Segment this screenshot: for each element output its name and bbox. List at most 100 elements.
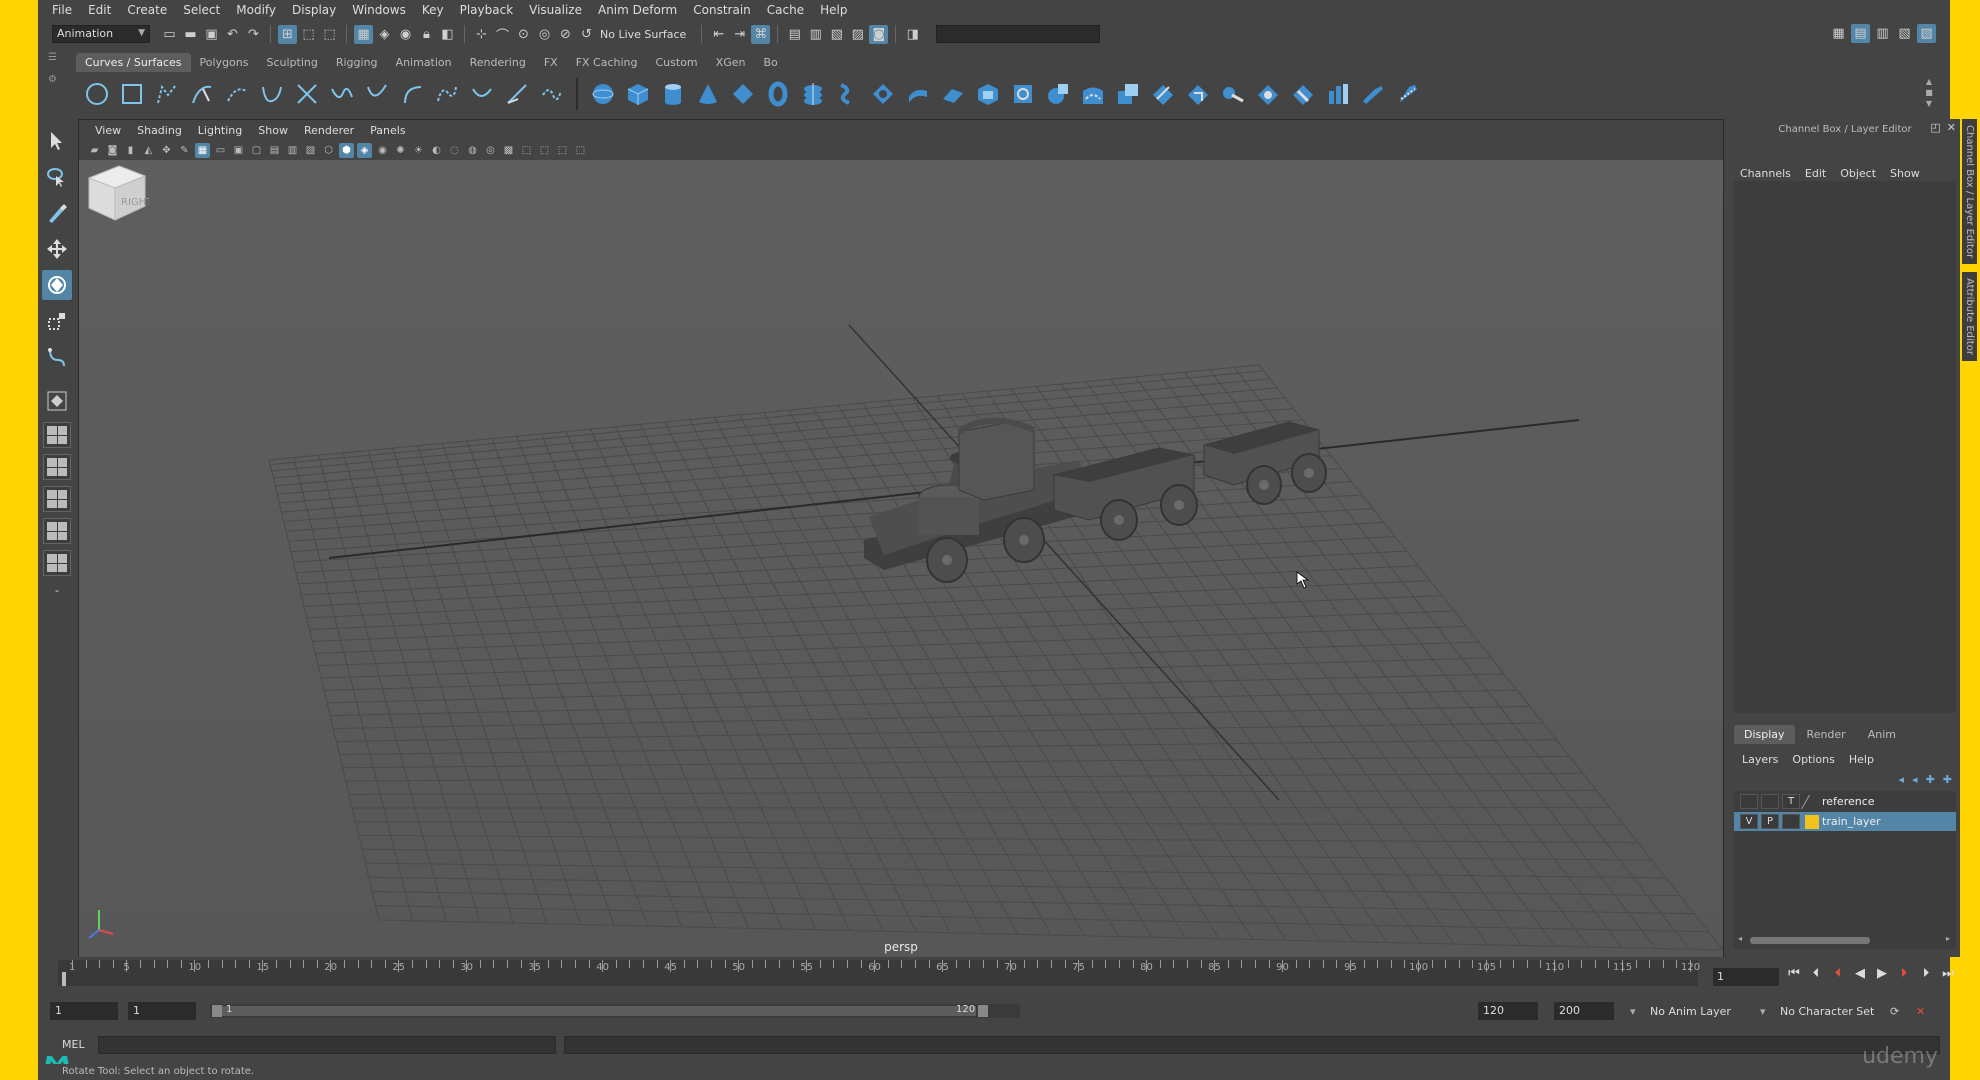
animation-preferences-icon[interactable]: ✕: [1916, 1005, 1925, 1018]
animation-start-field[interactable]: 1: [50, 1002, 118, 1020]
close-icon[interactable]: ✕: [1947, 121, 1956, 134]
nurbs-cube-icon[interactable]: [623, 80, 652, 109]
film-gate-icon[interactable]: ▭: [213, 143, 228, 158]
last-tool-icon[interactable]: [42, 342, 72, 372]
detach-surfaces-icon[interactable]: [1253, 80, 1282, 109]
untrim-icon[interactable]: [1183, 80, 1212, 109]
menu-help[interactable]: Help: [812, 3, 855, 17]
arc-tool-icon[interactable]: [257, 80, 286, 109]
nurbs-square-icon[interactable]: [117, 80, 146, 109]
viewport-menu-shading[interactable]: Shading: [129, 124, 190, 137]
snap-grid-icon[interactable]: ⊹: [472, 25, 491, 44]
viewport-scene[interactable]: RIGHT persp: [79, 160, 1723, 957]
shelf-scroll[interactable]: ▲ ■ ▼: [1924, 76, 1934, 110]
layer-color-swatch[interactable]: [1800, 794, 1824, 809]
nurbs-cone-icon[interactable]: [693, 80, 722, 109]
smooth-shade-icon[interactable]: ⬢: [339, 142, 354, 158]
scroll-left-icon[interactable]: ◂: [1738, 934, 1742, 943]
mask-icon[interactable]: ◉: [396, 25, 415, 44]
menu-key[interactable]: Key: [414, 3, 452, 17]
bezier-curve-icon[interactable]: [292, 80, 321, 109]
step-back-key-icon[interactable]: ⏴: [1830, 966, 1846, 981]
menu-select[interactable]: Select: [175, 3, 228, 17]
insert-isoparms-icon[interactable]: [1323, 80, 1352, 109]
attribute-editor-icon[interactable]: ▥: [1873, 24, 1892, 43]
select-component-icon[interactable]: ⬚: [320, 25, 339, 44]
move-layer-up-icon[interactable]: ◂: [1899, 773, 1905, 786]
go-to-start-icon[interactable]: ⏮: [1786, 966, 1802, 981]
snap-surface-icon[interactable]: ⊘: [556, 25, 575, 44]
menu-windows[interactable]: Windows: [344, 3, 414, 17]
nurbs-torus-icon[interactable]: [763, 80, 792, 109]
step-forward-key-icon[interactable]: ⏵: [1896, 966, 1912, 981]
menu-constrain[interactable]: Constrain: [685, 3, 759, 17]
mask-icon[interactable]: ◧: [438, 25, 457, 44]
playback-start-field[interactable]: 1: [128, 1002, 196, 1020]
grease-pencil-icon[interactable]: ✎: [177, 143, 192, 158]
shelf-tab-rendering[interactable]: Rendering: [461, 53, 535, 72]
anim-layer-dropdown[interactable]: No Anim Layer: [1650, 1005, 1731, 1018]
cv-curve-icon[interactable]: [152, 80, 181, 109]
xray-icon[interactable]: ⬚: [519, 143, 534, 158]
menu-visualize[interactable]: Visualize: [521, 3, 590, 17]
range-end-handle[interactable]: [978, 1005, 988, 1017]
planar-icon[interactable]: [868, 80, 897, 109]
hypershade-icon[interactable]: ◙: [869, 24, 889, 44]
four-view-layout-icon[interactable]: [43, 422, 71, 448]
reverse-curve-icon[interactable]: [502, 80, 531, 109]
extrude-icon[interactable]: [903, 80, 932, 109]
bevel-plus-icon[interactable]: [973, 80, 1002, 109]
save-scene-icon[interactable]: ▣: [202, 25, 221, 44]
layer-color-swatch[interactable]: [1805, 814, 1819, 829]
snap-point-icon[interactable]: ⊙: [514, 25, 533, 44]
toolbox-more-icon[interactable]: -: [42, 582, 72, 598]
new-scene-icon[interactable]: ▭: [160, 25, 179, 44]
nurbs-plane-icon[interactable]: [728, 80, 757, 109]
playback-end-field[interactable]: 120: [1478, 1002, 1538, 1020]
select-hierarchy-icon[interactable]: ⊞: [278, 24, 297, 44]
toggle-sidebar-icon[interactable]: ◨: [903, 25, 922, 44]
character-set-dropdown[interactable]: No Character Set: [1780, 1005, 1874, 1018]
image-plane-icon[interactable]: ◭: [141, 143, 156, 158]
two-d-pan-icon[interactable]: ✥: [159, 143, 174, 158]
outliner-icon[interactable]: ▤: [1851, 24, 1870, 43]
viewport-menu-lighting[interactable]: Lighting: [190, 124, 250, 137]
menu-anim-deform[interactable]: Anim Deform: [590, 3, 685, 17]
current-time-marker[interactable]: [62, 972, 66, 986]
field-chart-icon[interactable]: ▤: [267, 143, 282, 158]
lasso-tool-icon[interactable]: [42, 162, 72, 192]
play-backwards-icon[interactable]: ◀: [1852, 966, 1868, 981]
shelf-tab-rigging[interactable]: Rigging: [327, 53, 387, 72]
shadows-icon[interactable]: ☀: [411, 143, 426, 158]
animation-end-field[interactable]: 200: [1554, 1002, 1614, 1020]
render-current-icon[interactable]: ▥: [806, 25, 825, 44]
render-view-icon[interactable]: ▤: [785, 25, 804, 44]
new-layer-selected-icon[interactable]: ✚: [1943, 773, 1952, 786]
wireframe-icon[interactable]: ⬡: [321, 143, 336, 158]
cb-menu-channels[interactable]: Channels: [1740, 167, 1791, 180]
channel-box-icon[interactable]: ▨: [1917, 24, 1936, 43]
ipr-render-icon[interactable]: ▧: [827, 25, 846, 44]
range-slider-fill[interactable]: [216, 1006, 976, 1016]
viewport-menu-view[interactable]: View: [87, 124, 129, 137]
move-tool-icon[interactable]: [42, 234, 72, 264]
project-curve-icon[interactable]: [1078, 80, 1107, 109]
go-to-end-icon[interactable]: ⏭: [1940, 966, 1956, 981]
input-ops-icon[interactable]: ⇤: [709, 25, 728, 44]
outliner-persp-layout-icon[interactable]: [43, 518, 71, 544]
extend-surfaces-icon[interactable]: [1358, 80, 1387, 109]
attach-surfaces-icon[interactable]: [1218, 80, 1247, 109]
select-tool-icon[interactable]: [42, 126, 72, 156]
grid-icon[interactable]: ▦: [195, 142, 210, 158]
range-slider[interactable]: 1 120: [210, 1004, 1020, 1018]
shelf-tab-polygons[interactable]: Polygons: [191, 53, 258, 72]
select-object-icon[interactable]: ⬚: [299, 25, 318, 44]
selection-mask-icon[interactable]: ▦: [354, 24, 373, 44]
menu-display[interactable]: Display: [284, 3, 344, 17]
gate-mask-icon[interactable]: ▢: [249, 143, 264, 158]
tab-display[interactable]: Display: [1734, 725, 1795, 744]
step-back-frame-icon[interactable]: ⏴: [1808, 966, 1824, 981]
shelf-tab-sculpting[interactable]: Sculpting: [257, 53, 326, 72]
redo-icon[interactable]: ↷: [244, 25, 263, 44]
intersect-surfaces-icon[interactable]: [1113, 80, 1142, 109]
